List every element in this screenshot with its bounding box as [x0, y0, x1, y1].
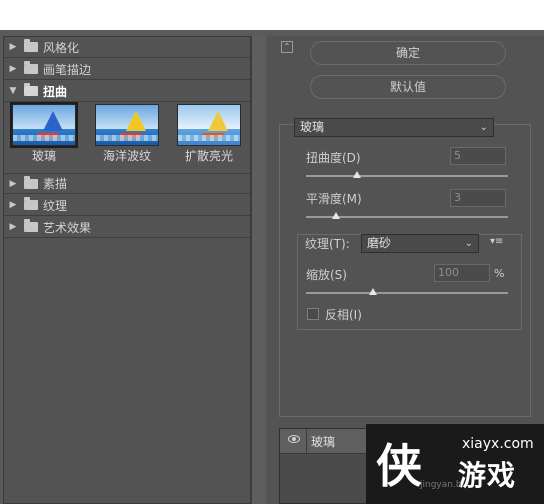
category-distort[interactable]: ▼ 扭曲	[4, 81, 250, 102]
smoothness-label: 平滑度(M)	[306, 192, 362, 206]
distortion-slider-handle[interactable]	[352, 171, 361, 178]
filter-select[interactable]: 玻璃 ⌄	[294, 118, 494, 137]
effect-layer-name: 玻璃	[311, 435, 336, 449]
smoothness-slider-handle[interactable]	[332, 212, 341, 219]
texture-select[interactable]: 磨砂 ⌄	[361, 234, 479, 253]
category-label: 扭曲	[43, 84, 68, 99]
thumbnail-glass[interactable]	[10, 102, 78, 148]
category-texture[interactable]: ▶ 纹理	[4, 195, 250, 216]
thumbnail-label: 玻璃	[31, 149, 56, 163]
chevron-right-icon: ▶	[9, 200, 17, 210]
watermark-name: 游戏	[458, 459, 517, 492]
folder-icon	[24, 61, 38, 74]
chevron-down-icon: ⌄	[464, 238, 473, 249]
texture-menu-icon[interactable]: ▾≡	[490, 236, 503, 247]
filter-gallery-panel: ▶ 风格化 ▶ 画笔描边 ▼ 扭曲 玻璃 海洋波纹 扩散亮光 ▶ 素描 ▶ 纹理…	[3, 36, 251, 504]
category-sketch[interactable]: ▶ 素描	[4, 173, 250, 194]
scaling-unit: %	[494, 267, 505, 280]
scaling-input[interactable]: 100	[434, 264, 490, 282]
filter-select-value: 玻璃	[300, 120, 325, 134]
thumbnail-label: 海洋波纹	[102, 149, 151, 163]
folder-icon	[24, 175, 38, 189]
chevron-down-icon: ▼	[9, 86, 17, 96]
chevron-right-icon: ▶	[9, 222, 17, 232]
category-label: 风格化	[43, 40, 80, 55]
watermark: 侠 xiayx.com 游戏 jingyan.b	[366, 424, 544, 504]
eye-icon[interactable]	[288, 435, 300, 443]
watermark-sub: jingyan.b	[420, 480, 462, 490]
chevron-right-icon: ▶	[9, 178, 17, 189]
category-label: 艺术效果	[43, 220, 92, 235]
chevron-down-icon: ⌄	[479, 122, 488, 133]
distortion-slider-track[interactable]	[306, 175, 508, 177]
category-brush-strokes[interactable]: ▶ 画笔描边	[4, 59, 250, 80]
scaling-label: 缩放(S)	[306, 268, 347, 282]
divider	[306, 429, 307, 453]
texture-select-value: 磨砂	[367, 236, 392, 250]
chevron-right-icon: ▶	[9, 64, 17, 74]
window-top-strip	[0, 0, 544, 30]
thumbnail-ocean-ripple[interactable]	[95, 104, 159, 146]
ok-button[interactable]: 确定	[310, 41, 506, 65]
folder-icon	[24, 219, 38, 232]
category-label: 纹理	[43, 198, 68, 213]
watermark-logo-char: 侠	[376, 439, 422, 493]
distortion-input[interactable]: 5	[450, 147, 506, 165]
distortion-label: 扭曲度(D)	[306, 151, 361, 165]
category-label: 素描	[43, 177, 68, 191]
default-button[interactable]: 默认值	[310, 75, 506, 99]
scaling-slider-track[interactable]	[306, 292, 508, 294]
invert-checkbox[interactable]	[307, 308, 319, 320]
gallery-scrollbar[interactable]	[251, 36, 265, 504]
category-stylize[interactable]: ▶ 风格化	[4, 37, 250, 58]
watermark-site: xiayx.com	[462, 436, 534, 452]
folder-icon	[24, 197, 38, 210]
thumbnail-label: 扩散亮光	[184, 149, 233, 163]
folder-icon	[24, 39, 38, 52]
smoothness-input[interactable]: 3	[450, 189, 506, 207]
category-artistic[interactable]: ▶ 艺术效果	[4, 217, 250, 238]
folder-open-icon	[24, 83, 38, 96]
scaling-slider-handle[interactable]	[368, 288, 377, 295]
chevron-right-icon: ▶	[9, 42, 17, 52]
invert-label: 反相(I)	[325, 308, 362, 322]
collapse-gallery-icon[interactable]: ⌃	[281, 41, 293, 53]
texture-label: 纹理(T):	[305, 237, 350, 251]
category-label: 画笔描边	[43, 62, 92, 77]
thumbnail-diffuse-glow[interactable]	[177, 104, 241, 146]
